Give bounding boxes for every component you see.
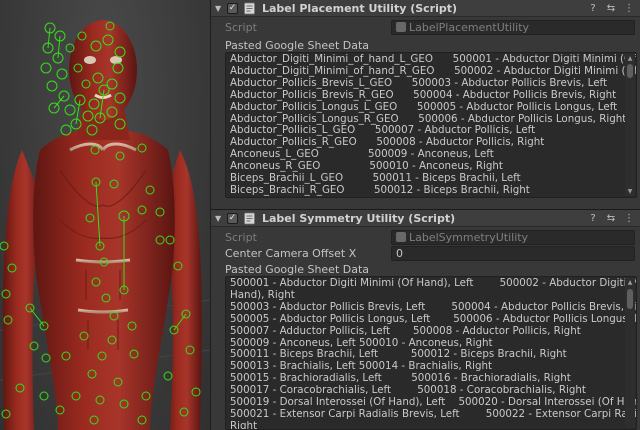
symmetry-scrollbar[interactable]: ▲ [625, 278, 635, 428]
scene-view[interactable] [0, 0, 210, 430]
offset-row: Center Camera Offset X 0 [211, 245, 640, 261]
script-object-field[interactable]: LabelSymmetryUtility [391, 229, 635, 245]
kebab-menu-icon[interactable]: ⋮ [623, 3, 635, 14]
script-icon [244, 2, 255, 14]
placement-line: Abductor_Pollicis_Brevis_R_GEO 500004 - … [230, 88, 617, 101]
presets-icon[interactable]: ⇆ [605, 213, 617, 224]
sheet-label-row: Pasted Google Sheet Data [211, 261, 640, 277]
sheet-data-label: Pasted Google Sheet Data [225, 262, 370, 276]
script-object-value: LabelPlacementUtility [409, 20, 530, 34]
placement-line: Abductor_Pollicis_Brevis_L_GEO 500003 - … [230, 76, 608, 89]
symmetry-sheet-textarea[interactable]: 500001 - Abductor Digiti Minimi (Of Hand… [225, 276, 637, 430]
symmetry-sheet-lines: 500001 - Abductor Digiti Minimi (Of Hand… [230, 277, 637, 430]
symmetry-line: 500005 - Abductor Pollicis Longus, Left … [230, 312, 637, 325]
fold-arrow-icon[interactable]: ▼ [215, 4, 225, 13]
component-title: Label Symmetry Utility (Script) [262, 211, 456, 225]
component-title: Label Placement Utility (Script) [262, 1, 458, 15]
symmetry-line: 500007 - Adductor Pollicis, Left 500008 … [230, 324, 581, 337]
script-file-icon [396, 232, 406, 242]
component-enabled-checkbox[interactable]: ✓ [227, 2, 238, 14]
placement-sheet-lines: Abductor_Digiti_Minimi_of_hand_L_GEO 500… [230, 53, 636, 197]
symmetry-line: 500003 - Abductor Pollicis Brevis, Left … [230, 300, 637, 313]
placement-scrollbar[interactable]: ▲ ▼ [625, 54, 635, 196]
fold-arrow-icon[interactable]: ▼ [215, 214, 225, 223]
presets-icon[interactable]: ⇆ [605, 3, 617, 14]
offset-input[interactable]: 0 [391, 245, 635, 261]
placement-scroll-thumb[interactable] [627, 64, 633, 78]
script-object-field[interactable]: LabelPlacementUtility [391, 19, 635, 35]
script-label: Script [225, 20, 257, 34]
script-row: Script LabelSymmetryUtility [211, 229, 640, 245]
symmetry-line: Right [230, 419, 258, 430]
help-icon[interactable]: ? [587, 3, 599, 14]
placement-line: Abductor_Pollicis_Longus_L_GEO 500005 - … [230, 100, 618, 113]
scroll-up-arrow-icon[interactable]: ▲ [626, 55, 634, 62]
component-enabled-checkbox[interactable]: ✓ [227, 212, 238, 224]
help-icon[interactable]: ? [587, 213, 599, 224]
muscle-body [2, 20, 202, 430]
scroll-up-arrow-icon[interactable]: ▲ [626, 279, 634, 286]
script-file-icon [396, 22, 406, 32]
symmetry-component-header[interactable]: ▼ ✓ Label Symmetry Utility (Script) ? ⇆ … [211, 209, 640, 227]
script-label: Script [225, 230, 257, 244]
offset-label: Center Camera Offset X [225, 246, 357, 260]
placement-component-header[interactable]: ▼ ✓ Label Placement Utility (Script) ? ⇆… [211, 0, 640, 17]
script-icon [244, 212, 255, 224]
scroll-down-arrow-icon[interactable]: ▼ [626, 188, 634, 195]
kebab-menu-icon[interactable]: ⋮ [623, 213, 635, 224]
symmetry-scroll-thumb[interactable] [627, 289, 633, 309]
placement-line: Brachialis_L_GEO 500013 - Brachialis, Le… [230, 196, 620, 197]
script-row: Script LabelPlacementUtility [211, 19, 640, 35]
inspector-panel: ▼ ✓ Label Placement Utility (Script) ? ⇆… [210, 0, 640, 430]
script-object-value: LabelSymmetryUtility [409, 230, 529, 244]
symmetry-line: 500021 - Extensor Carpi Radialis Brevis,… [230, 407, 636, 420]
sheet-label-row: Pasted Google Sheet Data [211, 37, 640, 53]
anatomy-model[interactable] [0, 0, 210, 430]
placement-sheet-textarea[interactable]: Abductor_Digiti_Minimi_of_hand_L_GEO 500… [225, 52, 637, 198]
sheet-data-label: Pasted Google Sheet Data [225, 38, 370, 52]
